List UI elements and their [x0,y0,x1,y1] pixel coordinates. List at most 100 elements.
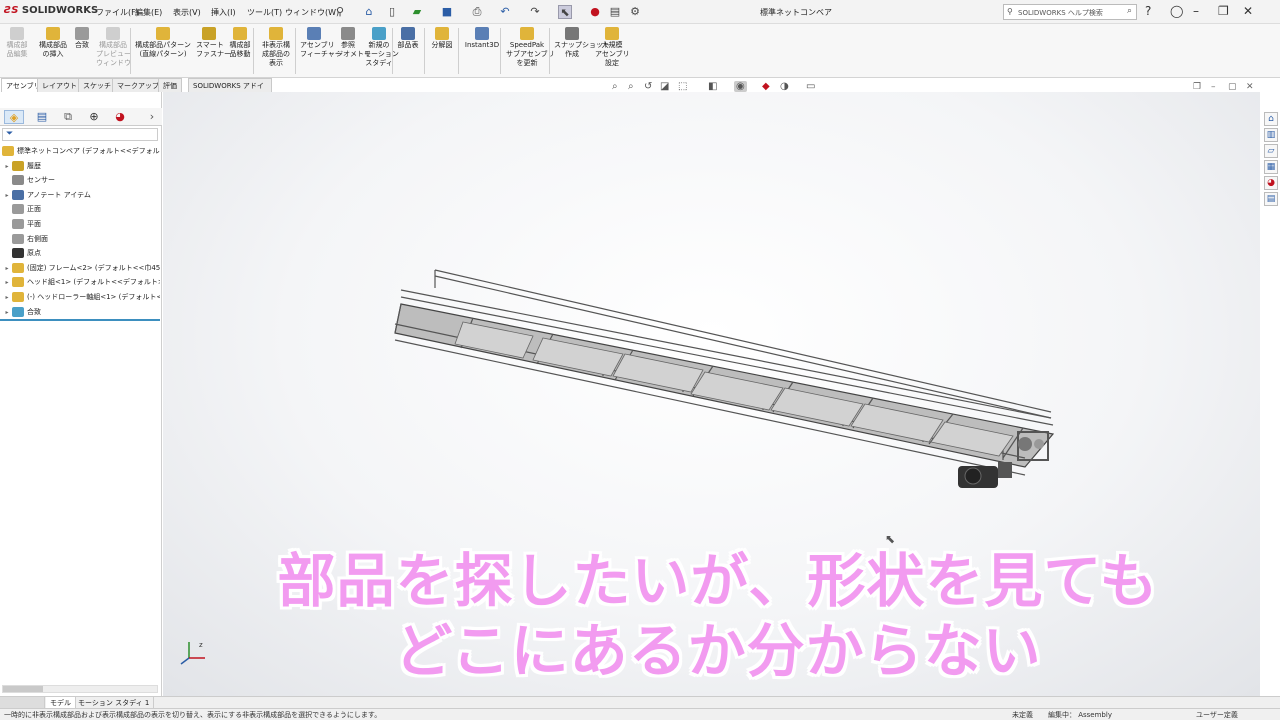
file-explorer-icon[interactable]: ▱ [1264,144,1278,158]
tree-item[interactable]: ▸ 合致 [2,305,160,320]
expand-arrow-icon[interactable]: ▸ [2,306,12,320]
filter-icon[interactable]: ⏷ [6,129,13,139]
tree-item[interactable]: 平面 [2,217,160,232]
redo-icon[interactable]: ↷ [528,5,542,19]
viewport-close-icon[interactable]: ✕ [1246,82,1254,92]
menu-insert[interactable]: 挿入(I) [211,7,236,18]
tree-root[interactable]: 標準ネットコンベア (デフォルト<<デフォルト>_Pho [2,144,160,159]
edit-appearance-icon[interactable]: ◆ [762,81,770,92]
close-icon[interactable]: ✕ [1243,4,1253,18]
expand-arrow-icon[interactable]: ▸ [2,262,12,276]
menu-window[interactable]: ウィンドウ(W) [285,7,339,18]
tree-item[interactable]: ▸ ヘッド組<1> (デフォルト<<デフォルト>_外観 [2,275,160,290]
hide-show-items-icon[interactable]: ◉ [734,81,747,92]
show-hidden-button[interactable]: 非表示構 成部品の 表示 [258,27,294,68]
home-icon[interactable]: ⌂ [362,5,376,19]
viewport-minimize-icon[interactable]: – [1211,82,1216,92]
display-style-icon[interactable]: ◧ [708,81,717,92]
tab-layout[interactable]: レイアウト [37,78,82,92]
panel-scrollbar[interactable] [2,685,158,693]
tab-addins[interactable]: SOLIDWORKS アドイン [188,78,272,104]
user-account-icon[interactable]: ◯ [1170,4,1183,18]
menu-edit[interactable]: 編集(E) [135,7,162,18]
display-manager-tab-icon[interactable]: ◕ [110,110,130,124]
select-icon[interactable]: ⬉ [558,5,572,19]
status-units[interactable]: ユーザー定義 [1196,709,1238,721]
expand-arrow-icon[interactable]: ▸ [2,160,12,174]
tree-item[interactable]: ▸ アノテート アイテム [2,188,160,203]
tree-item[interactable]: センサー [2,173,160,188]
component-preview-button[interactable]: 構成部品 プレビュー ウィンドウ [96,27,131,68]
feature-manager-tab-icon[interactable]: ◈ [4,110,24,124]
toolbar-separator [424,28,425,74]
menu-tools[interactable]: ツール(T) [247,7,282,18]
save-icon[interactable]: ■ [440,5,454,19]
expand-arrow-icon[interactable]: ▸ [2,189,12,203]
dimxpert-tab-icon[interactable]: ⊕ [84,110,104,124]
view-settings-icon[interactable]: ▭ [806,81,815,92]
move-component-button[interactable]: 構成部 品移動 [226,27,254,59]
undo-icon[interactable]: ↶ [498,5,512,19]
restore-icon[interactable]: ❐ [1218,4,1229,18]
pin-icon[interactable]: ⚲ [333,5,347,19]
minimize-icon[interactable]: – [1193,4,1199,18]
search-icon[interactable]: ⌕ [1127,6,1132,16]
view-palette-icon[interactable]: ▦ [1264,160,1278,174]
section-view-icon[interactable]: ◪ [660,81,669,92]
file-properties-icon[interactable]: ▤ [608,5,622,19]
zoom-area-icon[interactable]: ⌕ [628,81,634,92]
smart-fasteners-button[interactable]: スマート ファスナー [196,27,231,59]
search-input[interactable]: ⚲ SOLIDWORKS ヘルプ検索 ⌕ [1003,4,1137,20]
view-orientation-icon[interactable]: ⬚ [678,81,687,92]
mate-button[interactable]: 合致 [72,27,92,50]
menu-file[interactable]: ファイル(F) [96,7,139,18]
tab-evaluate[interactable]: 評価 [158,78,182,92]
help-question-icon[interactable]: ? [1145,4,1151,18]
appearances-icon[interactable]: ◕ [1264,176,1278,190]
rollback-bar[interactable] [0,319,160,321]
solidworks-resources-icon[interactable]: ⌂ [1264,112,1278,126]
bill-of-materials-button[interactable]: 部品表 [397,27,419,50]
tab-sketch[interactable]: スケッチ [78,78,116,92]
new-document-icon[interactable]: ▯ [385,5,399,19]
zoom-to-fit-icon[interactable]: ⌕ [612,81,618,92]
custom-properties-icon[interactable]: ▤ [1264,192,1278,206]
design-library-icon[interactable]: ▥ [1264,128,1278,142]
take-snapshot-button[interactable]: スナップショット 作成 [554,27,610,59]
triad-axis-icon: z [180,641,205,665]
viewport-maximize-icon[interactable]: ▢ [1228,82,1237,92]
expand-arrow-icon[interactable]: ▸ [2,276,12,290]
print-icon[interactable]: ⎙ [470,5,484,19]
tree-item[interactable]: ▸ (固定) フレーム<2> (デフォルト<<巾450>_ [2,261,160,276]
panel-expand-chevron-icon[interactable]: › [142,110,162,124]
menu-view[interactable]: 表示(V) [173,7,201,18]
instant3d-button[interactable]: Instant3D [464,27,500,50]
graphics-area[interactable]: 部品を探したいが、形状を見ても どこにあるか分からない z ⬉ [163,92,1260,696]
edit-component-button[interactable]: 構成部 品編集 [4,27,30,59]
property-manager-tab-icon[interactable]: ▤ [32,110,52,124]
viewport-restore-icon[interactable]: ❐ [1193,82,1201,92]
update-speedpak-button[interactable]: SpeedPak サブアセンブリ を更新 [506,27,555,68]
new-motion-study-button[interactable]: 新規の モーション スタディ [364,27,399,68]
assembly-features-button[interactable]: アセンブリ フィーチャー [300,27,342,59]
exploded-view-button[interactable]: 分解図 [430,27,454,50]
tree-item[interactable]: ▸ (-) ヘッドローラー軸組<1> (デフォルト<表示 [2,290,160,305]
component-pattern-button[interactable]: 構成部品パターン (直線パターン) [135,27,191,59]
tree-item[interactable]: ▸ 履歴 [2,159,160,174]
previous-view-icon[interactable]: ↺ [644,81,652,92]
tree-item[interactable]: 右側面 [2,232,160,247]
expand-arrow-icon[interactable]: ▸ [2,291,12,305]
reference-geometry-button[interactable]: 参照 ジオメトリ [336,27,371,59]
tree-item[interactable]: 正面 [2,202,160,217]
tab-markup[interactable]: マークアップ [112,78,164,92]
traffic-light-icon[interactable]: ● [588,5,602,19]
command-tabs: アセンブリ レイアウト スケッチ マークアップ 評価 SOLIDWORKS アド… [0,78,272,104]
tree-item[interactable]: 原点 [2,246,160,261]
configuration-manager-tab-icon[interactable]: ⧉ [58,110,78,124]
tree-filter[interactable]: ⏷ [2,128,158,141]
apply-scene-icon[interactable]: ◑ [780,81,789,92]
large-assembly-settings-button[interactable]: 大規模 アセンブリ 設定 [595,27,630,68]
options-gear-icon[interactable]: ⚙ [628,5,642,19]
insert-components-button[interactable]: 構成部品 の挿入 [36,27,70,59]
open-icon[interactable]: ▰ [410,5,424,19]
